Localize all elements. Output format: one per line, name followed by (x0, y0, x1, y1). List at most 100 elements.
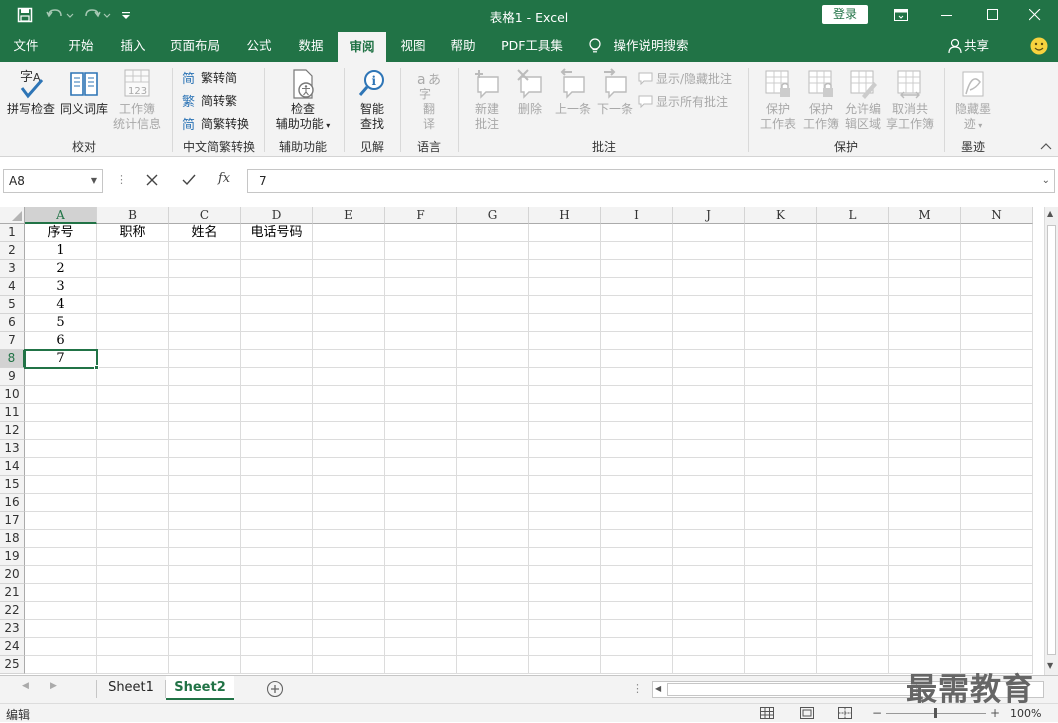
cell-n17[interactable] (961, 512, 1033, 530)
cell-e21[interactable] (313, 584, 385, 602)
tab-data[interactable]: 数据 (288, 30, 334, 62)
cell-m2[interactable] (889, 242, 961, 260)
cell-h25[interactable] (529, 656, 601, 674)
cell-a3[interactable]: 2 (25, 260, 97, 278)
cell-i19[interactable] (601, 548, 673, 566)
column-header-h[interactable]: H (529, 207, 601, 224)
cell-l17[interactable] (817, 512, 889, 530)
smart-lookup-button[interactable]: i 智能 查找 (350, 68, 394, 132)
cell-j24[interactable] (673, 638, 745, 656)
cell-f8[interactable] (385, 350, 457, 368)
cell-n12[interactable] (961, 422, 1033, 440)
cell-j15[interactable] (673, 476, 745, 494)
cell-i12[interactable] (601, 422, 673, 440)
cell-h24[interactable] (529, 638, 601, 656)
cell-a5[interactable]: 4 (25, 296, 97, 314)
cell-n24[interactable] (961, 638, 1033, 656)
cell-a2[interactable]: 1 (25, 242, 97, 260)
cell-l19[interactable] (817, 548, 889, 566)
cell-k9[interactable] (745, 368, 817, 386)
cell-f19[interactable] (385, 548, 457, 566)
cell-i17[interactable] (601, 512, 673, 530)
cell-k24[interactable] (745, 638, 817, 656)
cell-n14[interactable] (961, 458, 1033, 476)
cell-i3[interactable] (601, 260, 673, 278)
cell-b5[interactable] (97, 296, 169, 314)
zoom-slider-thumb[interactable] (934, 708, 937, 718)
cell-k13[interactable] (745, 440, 817, 458)
cell-k25[interactable] (745, 656, 817, 674)
cell-i5[interactable] (601, 296, 673, 314)
cell-c12[interactable] (169, 422, 241, 440)
cell-e7[interactable] (313, 332, 385, 350)
cell-b22[interactable] (97, 602, 169, 620)
cell-i2[interactable] (601, 242, 673, 260)
cell-g15[interactable] (457, 476, 529, 494)
cell-k23[interactable] (745, 620, 817, 638)
cell-l5[interactable] (817, 296, 889, 314)
cell-j4[interactable] (673, 278, 745, 296)
cell-k3[interactable] (745, 260, 817, 278)
cell-m13[interactable] (889, 440, 961, 458)
close-icon[interactable] (1012, 0, 1058, 30)
cell-i9[interactable] (601, 368, 673, 386)
cell-k7[interactable] (745, 332, 817, 350)
tab-pdf-tools[interactable]: PDF工具集 (494, 30, 570, 62)
cell-n10[interactable] (961, 386, 1033, 404)
cell-n16[interactable] (961, 494, 1033, 512)
cell-j9[interactable] (673, 368, 745, 386)
column-header-f[interactable]: F (385, 207, 457, 224)
protect-sheet-button[interactable]: 保护 工作表 (756, 68, 800, 132)
cell-d8[interactable] (241, 350, 313, 368)
row-header-11[interactable]: 11 (0, 404, 25, 422)
cell-i10[interactable] (601, 386, 673, 404)
cell-j25[interactable] (673, 656, 745, 674)
cell-n9[interactable] (961, 368, 1033, 386)
chinese-convert-button[interactable]: 简 简繁转换 (182, 115, 249, 132)
cell-j13[interactable] (673, 440, 745, 458)
cell-f11[interactable] (385, 404, 457, 422)
scroll-left-icon[interactable]: ◀ (655, 684, 661, 693)
cell-m8[interactable] (889, 350, 961, 368)
cell-c2[interactable] (169, 242, 241, 260)
cell-e9[interactable] (313, 368, 385, 386)
cell-n1[interactable] (961, 224, 1033, 242)
cell-b17[interactable] (97, 512, 169, 530)
cell-j16[interactable] (673, 494, 745, 512)
row-header-1[interactable]: 1 (0, 224, 25, 242)
cell-e16[interactable] (313, 494, 385, 512)
cell-i15[interactable] (601, 476, 673, 494)
cell-m12[interactable] (889, 422, 961, 440)
formula-input[interactable]: 7 ⌄ (247, 169, 1055, 193)
cell-h17[interactable] (529, 512, 601, 530)
cell-a6[interactable]: 5 (25, 314, 97, 332)
cell-j22[interactable] (673, 602, 745, 620)
cell-l12[interactable] (817, 422, 889, 440)
cell-m6[interactable] (889, 314, 961, 332)
cell-i7[interactable] (601, 332, 673, 350)
check-accessibility-button[interactable]: 检查 辅助功能 ▾ (270, 68, 336, 133)
ribbon-display-options-icon[interactable] (878, 0, 924, 30)
cell-n6[interactable] (961, 314, 1033, 332)
cell-b1[interactable]: 职称 (97, 224, 169, 242)
cell-b20[interactable] (97, 566, 169, 584)
cell-g16[interactable] (457, 494, 529, 512)
cell-m5[interactable] (889, 296, 961, 314)
tab-help[interactable]: 帮助 (440, 30, 486, 62)
cell-e5[interactable] (313, 296, 385, 314)
cell-g1[interactable] (457, 224, 529, 242)
cell-a20[interactable] (25, 566, 97, 584)
cell-a18[interactable] (25, 530, 97, 548)
cell-h22[interactable] (529, 602, 601, 620)
cell-d11[interactable] (241, 404, 313, 422)
cell-h4[interactable] (529, 278, 601, 296)
cell-l21[interactable] (817, 584, 889, 602)
cell-e8[interactable] (313, 350, 385, 368)
cell-l18[interactable] (817, 530, 889, 548)
insert-function-icon[interactable]: fx (218, 171, 230, 186)
cell-l10[interactable] (817, 386, 889, 404)
cell-i11[interactable] (601, 404, 673, 422)
name-box[interactable]: A8 ▼ (3, 169, 103, 193)
cell-m21[interactable] (889, 584, 961, 602)
cell-c21[interactable] (169, 584, 241, 602)
